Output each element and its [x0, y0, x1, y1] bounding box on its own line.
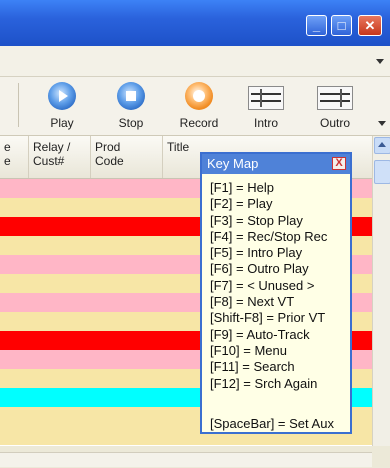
- close-icon: ✕: [364, 17, 376, 33]
- vertical-scrollbar[interactable]: [372, 136, 390, 446]
- horizontal-scrollbar[interactable]: [0, 452, 372, 467]
- key-map-title: Key Map: [207, 156, 259, 171]
- key-map-item: [F5] = Intro Play: [210, 245, 303, 261]
- key-map-item: [F2] = Play: [210, 196, 273, 212]
- key-map-item: [F9] = Auto-Track: [210, 326, 310, 342]
- play-label: Play: [50, 116, 74, 130]
- toolbar-overflow-icon[interactable]: [378, 121, 386, 126]
- chevron-down-icon[interactable]: [376, 59, 384, 64]
- column-header-prod-code[interactable]: Prod Code: [91, 136, 163, 178]
- minimize-button[interactable]: _: [306, 15, 327, 36]
- minimize-icon: _: [312, 18, 321, 33]
- outro-button[interactable]: Outro: [308, 80, 362, 132]
- key-map-item: [F8] = Next VT: [210, 294, 295, 310]
- key-map-item: [F11] = Search: [210, 359, 295, 375]
- maximize-icon: □: [337, 18, 346, 33]
- stop-button[interactable]: Stop: [104, 80, 158, 132]
- play-icon: [48, 82, 76, 110]
- play-button[interactable]: Play: [35, 80, 89, 132]
- key-map-item: [F12] = Srch Again: [210, 375, 318, 391]
- key-map-item: [F4] = Rec/Stop Rec: [210, 228, 328, 244]
- toolbar: Play Stop Record Intro Outro: [0, 77, 390, 136]
- key-map-aux-item: [SpaceBar] = Set Aux: [210, 416, 334, 431]
- record-label: Record: [179, 116, 219, 130]
- column-header-relay[interactable]: Relay / Cust#: [29, 136, 91, 178]
- intro-button[interactable]: Intro: [239, 80, 293, 132]
- stop-label: Stop: [118, 116, 144, 130]
- bottom-area: [0, 446, 390, 468]
- intro-label: Intro: [253, 116, 278, 130]
- scroll-up-button[interactable]: [374, 137, 390, 154]
- outro-waveform-icon: [317, 86, 353, 110]
- column-header-status[interactable]: e e: [0, 136, 29, 178]
- key-map-item: [F3] = Stop Play: [210, 212, 303, 228]
- key-map-item: [F1] = Help: [210, 180, 274, 195]
- scroll-thumb[interactable]: [374, 160, 390, 184]
- key-map-item: [F7] = < Unused >: [210, 277, 315, 293]
- close-window-button[interactable]: ✕: [358, 15, 382, 36]
- key-map-list: [F1] = Help [F2] = Play [F3] = Stop Play…: [210, 180, 327, 392]
- key-map-item: [F10] = Menu: [210, 342, 287, 358]
- key-map-close-button[interactable]: X: [332, 157, 346, 170]
- record-icon: [185, 82, 213, 110]
- key-map-item: [F6] = Outro Play: [210, 261, 309, 277]
- toolbar-separator: [18, 83, 19, 127]
- record-button[interactable]: Record: [172, 80, 226, 132]
- maximize-button[interactable]: □: [331, 15, 352, 36]
- outro-label: Outro: [319, 116, 350, 130]
- close-icon: X: [335, 157, 343, 169]
- key-map-title-bar[interactable]: Key Map X: [202, 154, 350, 174]
- window-title-bar[interactable]: _ □ ✕: [0, 0, 390, 46]
- key-map-popup: Key Map X [F1] = Help [F2] = Play [F3] =…: [200, 152, 352, 434]
- intro-waveform-icon: [248, 86, 284, 110]
- key-map-item: [Shift-F8] = Prior VT: [210, 310, 326, 326]
- stop-icon: [117, 82, 145, 110]
- menu-strip: [0, 46, 390, 77]
